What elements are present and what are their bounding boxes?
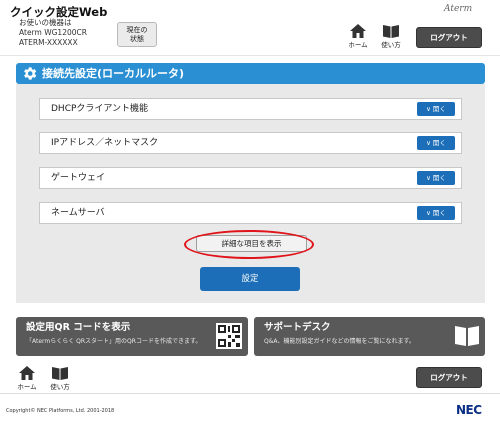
footer-guide-button[interactable]: 使い方 — [47, 366, 73, 391]
section-title: 接続先設定(ローカルルータ) — [42, 67, 185, 80]
home-icon — [350, 24, 366, 38]
open-label: 開く — [432, 105, 446, 113]
device-model: Aterm WG1200CR — [19, 28, 87, 37]
section-header: 接続先設定(ローカルルータ) — [16, 63, 485, 84]
accordion-label: DHCPクライアント機能 — [51, 104, 149, 114]
open-button[interactable]: ∨ 開く — [417, 171, 455, 185]
qr-code-icon — [216, 323, 242, 349]
open-button[interactable]: ∨ 開く — [417, 102, 455, 116]
current-status-button[interactable]: 現在の 状態 — [117, 22, 157, 47]
support-desk-card[interactable]: サポートデスク Q&A、機能別設定ガイドなどの情報をご覧になれます。 — [254, 317, 485, 356]
home-nav-button[interactable]: ホーム — [345, 24, 371, 49]
company-logo: NEC — [456, 403, 482, 417]
chevron-down-icon: ∨ — [426, 105, 433, 113]
home-label: ホーム — [17, 383, 37, 391]
header: クイック設定Web お使いの機器は Aterm WG1200CR ATERM-X… — [0, 0, 500, 56]
accordion-label: ネームサーバ — [51, 208, 105, 218]
qr-code-card[interactable]: 設定用QR コードを表示 「Atermらくらく QRスタート」用のQRコードを作… — [16, 317, 248, 356]
qr-card-title: 設定用QR コードを表示 — [26, 322, 131, 333]
home-icon — [19, 366, 35, 380]
support-card-description: Q&A、機能別設定ガイドなどの情報をご覧になれます。 — [264, 338, 415, 345]
save-settings-button[interactable]: 設定 — [200, 267, 300, 291]
accordion-ip-netmask[interactable]: IPアドレス／ネットマスク ∨ 開く — [39, 132, 462, 154]
book-icon — [52, 367, 68, 380]
status-button-line1: 現在の — [126, 26, 148, 34]
copyright: Copyright© NEC Platforms, Ltd. 2001-2018 — [6, 408, 115, 414]
footer-divider — [0, 393, 500, 394]
device-id: ATERM-XXXXXX — [19, 38, 78, 47]
gear-icon — [24, 67, 37, 80]
brand-logo: Aterm — [444, 4, 473, 14]
footer-logout-button[interactable]: ログアウト — [416, 367, 482, 388]
logout-button[interactable]: ログアウト — [416, 27, 482, 48]
open-button[interactable]: ∨ 開く — [417, 136, 455, 150]
chevron-down-icon: ∨ — [426, 139, 433, 147]
device-label: お使いの機器は — [19, 18, 72, 27]
accordion-gateway[interactable]: ゲートウェイ ∨ 開く — [39, 167, 462, 189]
footer-home-button[interactable]: ホーム — [14, 366, 40, 391]
book-icon — [383, 25, 399, 38]
accordion-dhcp-client[interactable]: DHCPクライアント機能 ∨ 開く — [39, 98, 462, 120]
highlight-ring — [184, 230, 314, 259]
chevron-down-icon: ∨ — [426, 174, 433, 182]
guide-nav-button[interactable]: 使い方 — [378, 24, 404, 49]
book-icon — [455, 326, 479, 346]
qr-card-description: 「Atermらくらく QRスタート」用のQRコードを作成できます。 — [26, 338, 202, 345]
open-label: 開く — [432, 174, 446, 182]
status-button-line2: 状態 — [130, 35, 144, 43]
support-card-title: サポートデスク — [264, 322, 331, 333]
guide-label: 使い方 — [50, 383, 70, 391]
guide-label: 使い方 — [381, 41, 401, 49]
accordion-label: IPアドレス／ネットマスク — [51, 138, 159, 148]
accordion-name-server[interactable]: ネームサーバ ∨ 開く — [39, 202, 462, 224]
open-label: 開く — [432, 209, 446, 217]
chevron-down-icon: ∨ — [426, 209, 433, 217]
open-label: 開く — [432, 139, 446, 147]
home-label: ホーム — [348, 41, 368, 49]
accordion-label: ゲートウェイ — [51, 173, 106, 183]
open-button[interactable]: ∨ 開く — [417, 206, 455, 220]
